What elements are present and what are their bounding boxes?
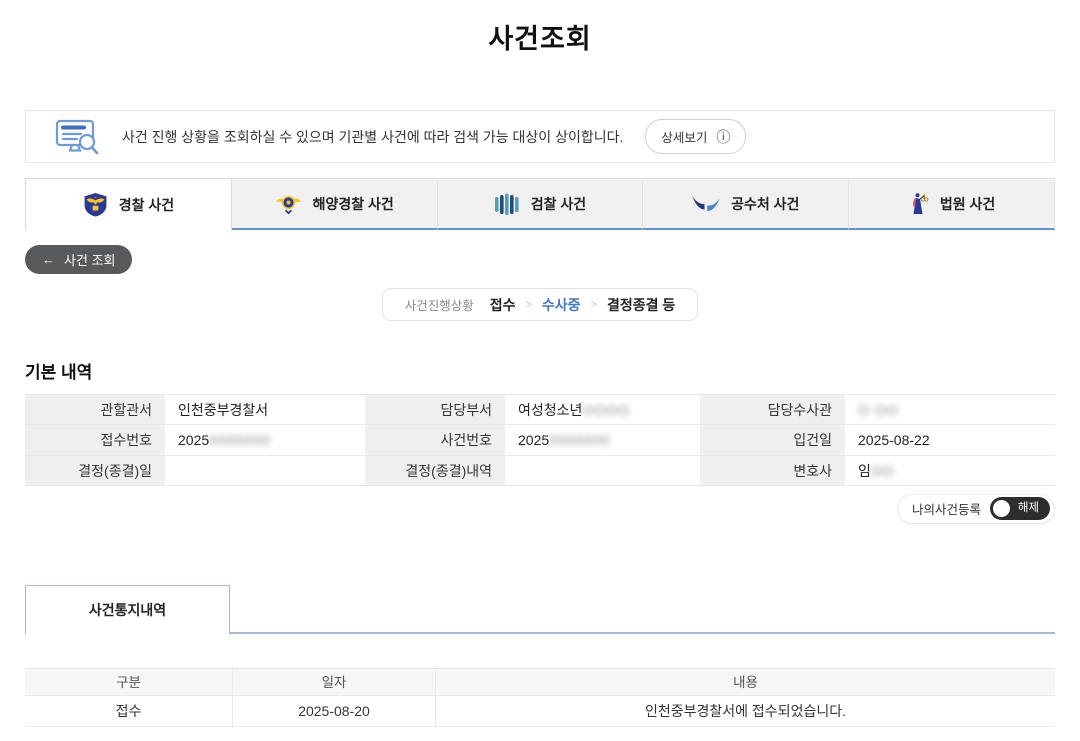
- chevron-right-icon: >: [591, 299, 597, 311]
- back-arrow-icon: ←: [42, 252, 55, 267]
- monitor-search-icon: [54, 117, 100, 157]
- redacted-text: OO: [871, 463, 895, 479]
- my-case-row: 나의사건등록 해제: [25, 494, 1055, 524]
- back-button-label: 사건 조회: [64, 250, 115, 269]
- my-case-registration-control: 나의사건등록 해제: [897, 494, 1055, 524]
- case-progress-indicator: 사건진행상황 접수 > 수사중 > 결정종결 등: [382, 288, 699, 321]
- field-label: 담당부서: [365, 395, 505, 425]
- field-label: 담당수사관: [700, 395, 845, 425]
- progress-caption: 사건진행상황: [405, 295, 474, 314]
- field-value-case-number: 20250000000: [505, 425, 700, 455]
- column-header-content: 내용: [435, 669, 1055, 696]
- field-label: 변호사: [700, 456, 845, 486]
- tab-coast-guard-case[interactable]: 해양경찰 사건: [232, 178, 438, 230]
- tab-label: 해양경찰 사건: [313, 194, 394, 214]
- my-case-label: 나의사건등록: [912, 499, 981, 518]
- tab-case-notices[interactable]: 사건통지내역: [25, 585, 230, 634]
- coast-guard-emblem-icon: [275, 192, 302, 216]
- field-value-department: 여성청소년OOOO: [505, 395, 700, 425]
- tab-court-case[interactable]: 법원 사건: [849, 178, 1055, 230]
- field-label: 결정(종결)내역: [365, 456, 505, 486]
- chevron-right-icon: >: [525, 299, 531, 311]
- redacted-text: OOOO: [582, 402, 630, 418]
- detail-view-button[interactable]: 상세보기 ⓘ: [645, 119, 746, 154]
- field-label: 입건일: [700, 425, 845, 455]
- basic-details-table: 관할관서 인천중부경찰서 담당부서 여성청소년OOOO 담당수사관 O OO 접…: [25, 394, 1055, 486]
- redacted-text: 0000000: [209, 432, 271, 448]
- progress-step-closed: 결정종결 등: [607, 295, 675, 315]
- progress-step-received: 접수: [490, 295, 516, 315]
- notice-content: 인천중부경찰서에 접수되었습니다.: [435, 696, 1055, 727]
- field-label: 결정(종결)일: [25, 456, 165, 486]
- field-value-jurisdiction: 인천중부경찰서: [165, 395, 365, 425]
- field-value-booking-date: 2025-08-22: [845, 425, 1055, 455]
- tab-label: 검찰 사건: [531, 194, 586, 214]
- tab-label: 공수처 사건: [731, 194, 799, 214]
- field-label: 사건번호: [365, 425, 505, 455]
- notice-tabbar: 사건통지내역: [25, 585, 1055, 634]
- tab-police-case[interactable]: 경찰 사건: [25, 178, 232, 230]
- info-icon: ⓘ: [716, 130, 730, 144]
- notice-date: 2025-08-20: [232, 696, 435, 727]
- redacted-text: O OO: [858, 402, 899, 418]
- field-value-decision-date: [165, 456, 365, 486]
- case-progress-row: 사건진행상황 접수 > 수사중 > 결정종결 등: [0, 288, 1080, 321]
- tab-label: 경찰 사건: [119, 195, 174, 215]
- field-value-receipt-number: 20250000000: [165, 425, 365, 455]
- agency-tabbar: 경찰 사건 해양경찰 사건 검찰 사건 공수처 사건: [25, 178, 1055, 230]
- basic-details-heading: 기본 내역: [25, 358, 1055, 383]
- detail-view-label: 상세보기: [661, 127, 707, 146]
- toggle-knob: [993, 500, 1010, 517]
- page-title: 사건조회: [0, 22, 1080, 56]
- my-case-toggle[interactable]: 해제: [990, 497, 1050, 520]
- field-value-lawyer: 임OO: [845, 456, 1055, 486]
- prosecution-bars-icon: [494, 192, 520, 216]
- notice-table: 구분 일자 내용 접수 2025-08-20 인천중부경찰서에 접수되었습니다.: [25, 668, 1055, 727]
- cio-bird-icon: [692, 195, 720, 213]
- redacted-text: 0000000: [549, 432, 611, 448]
- column-header-type: 구분: [25, 669, 232, 696]
- tab-prosecution-case[interactable]: 검찰 사건: [438, 178, 644, 230]
- field-value-investigator: O OO: [845, 395, 1055, 425]
- tab-label: 법원 사건: [940, 194, 995, 214]
- notice-table-header: 구분 일자 내용: [25, 669, 1055, 696]
- notice-tab-underline: [230, 585, 1055, 634]
- tab-cio-case[interactable]: 공수처 사건: [643, 178, 849, 230]
- progress-step-investigating: 수사중: [542, 295, 581, 315]
- field-label: 접수번호: [25, 425, 165, 455]
- police-shield-icon: [83, 192, 108, 217]
- lady-justice-icon: [908, 192, 929, 216]
- field-label: 관할관서: [25, 395, 165, 425]
- column-header-date: 일자: [232, 669, 435, 696]
- banner-description: 사건 진행 상황을 조회하실 수 있으며 기관별 사건에 따라 검색 가능 대상…: [122, 127, 623, 147]
- info-banner: 사건 진행 상황을 조회하실 수 있으며 기관별 사건에 따라 검색 가능 대상…: [25, 110, 1055, 163]
- notice-type: 접수: [25, 696, 232, 727]
- field-value-decision-detail: [505, 456, 700, 486]
- back-to-case-search-button[interactable]: ← 사건 조회: [25, 245, 132, 274]
- table-row: 접수 2025-08-20 인천중부경찰서에 접수되었습니다.: [25, 696, 1055, 727]
- toggle-state-label: 해제: [1018, 497, 1039, 520]
